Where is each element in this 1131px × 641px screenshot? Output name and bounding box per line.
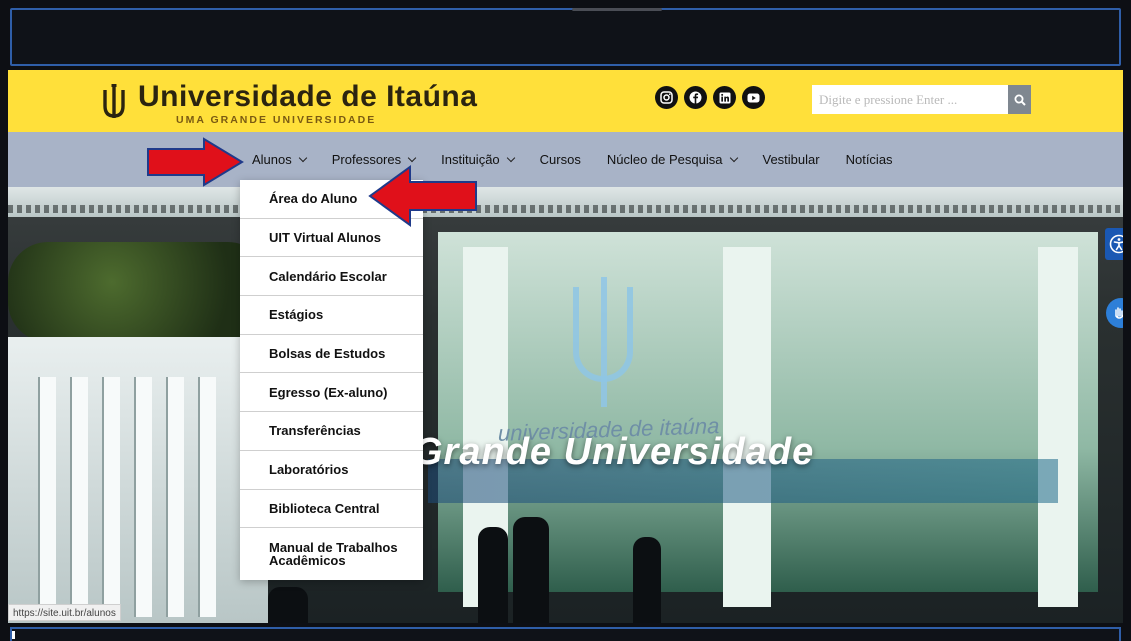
menu-item-transferencias[interactable]: Transferências: [240, 412, 423, 451]
nav-nucleo-pesquisa-label: Núcleo de Pesquisa: [606, 152, 723, 167]
nav-cursos-label: Cursos: [539, 152, 581, 167]
menu-item-calendario-escolar[interactable]: Calendário Escolar: [240, 257, 423, 297]
nav-alunos[interactable]: Alunos: [252, 152, 307, 167]
nav-vestibular-label: Vestibular: [762, 152, 820, 167]
nav-cursos[interactable]: Cursos: [540, 152, 581, 167]
instagram-icon[interactable]: [655, 86, 678, 109]
site-header: Universidade de Itaúna UMA GRANDE UNIVER…: [8, 70, 1123, 132]
social-links: [655, 86, 765, 109]
nav-nucleo-pesquisa[interactable]: Núcleo de Pesquisa: [606, 152, 738, 167]
nav-noticias[interactable]: Notícias: [846, 152, 893, 167]
university-logo[interactable]: Universidade de Itaúna UMA GRANDE UNIVER…: [102, 80, 477, 128]
hero-title: Grande Universidade: [413, 431, 815, 473]
hero-banner: universidade de itaúna Grande Universida…: [8, 187, 1123, 623]
hero-trees: [8, 242, 268, 342]
hero-pillar: [723, 247, 771, 607]
hero-person: [268, 587, 308, 623]
status-bar-url: https://site.uit.br/alunos: [8, 604, 121, 621]
chevron-down-icon: [298, 153, 307, 162]
facebook-icon[interactable]: [684, 86, 707, 109]
hero-u-logo: [573, 287, 633, 382]
sign-language-hands-icon: [1115, 307, 1123, 319]
hero-person: [478, 527, 508, 623]
logo-subtitle: UMA GRANDE UNIVERSIDADE: [176, 114, 377, 126]
university-u-icon: [103, 84, 125, 118]
browser-top-frame: [10, 8, 1121, 66]
browser-bottom-frame: [10, 627, 1121, 641]
search-icon: [1014, 94, 1026, 106]
menu-item-estagios[interactable]: Estágios: [240, 296, 423, 335]
accessibility-icon: [1109, 234, 1123, 254]
chevron-down-icon: [407, 153, 417, 162]
menu-item-biblioteca-central[interactable]: Biblioteca Central: [240, 490, 423, 529]
chevron-down-icon: [506, 153, 515, 162]
menu-item-bolsas-de-estudos[interactable]: Bolsas de Estudos: [240, 335, 423, 374]
hero-person: [513, 517, 549, 623]
red-arrow-pointing-area-do-aluno: [368, 165, 477, 227]
hero-slat: [38, 377, 56, 617]
menu-item-laboratorios[interactable]: Laboratórios: [240, 451, 423, 490]
search-button[interactable]: [1008, 85, 1031, 114]
accessibility-button[interactable]: [1105, 228, 1123, 260]
red-arrow-pointing-alunos: [147, 137, 244, 187]
search-box: [812, 85, 1008, 114]
hero-pillar: [1038, 247, 1078, 607]
linkedin-icon[interactable]: [713, 86, 736, 109]
hero-slat: [134, 377, 152, 617]
hero-roof-edge: [8, 205, 1123, 213]
alunos-dropdown-menu: Área do Aluno UIT Virtual Alunos Calendá…: [240, 180, 423, 581]
search-input[interactable]: [812, 85, 1008, 114]
hero-slat: [198, 377, 216, 617]
nav-alunos-label: Alunos: [252, 152, 292, 167]
hero-person: [633, 537, 661, 623]
nav-vestibular[interactable]: Vestibular: [763, 152, 820, 167]
chevron-down-icon: [729, 153, 738, 162]
menu-item-egresso[interactable]: Egresso (Ex-aluno): [240, 373, 423, 413]
hero-slat: [70, 377, 88, 617]
hero-slat: [166, 377, 184, 617]
cursor-mark: [12, 631, 15, 639]
youtube-icon[interactable]: [742, 86, 765, 109]
hero-slat: [102, 377, 120, 617]
logo-title: Universidade de Itaúna: [138, 80, 478, 113]
menu-item-manual-trabalhos[interactable]: Manual de Trabalhos Acadêmicos: [240, 528, 423, 580]
nav-noticias-label: Notícias: [845, 152, 893, 167]
